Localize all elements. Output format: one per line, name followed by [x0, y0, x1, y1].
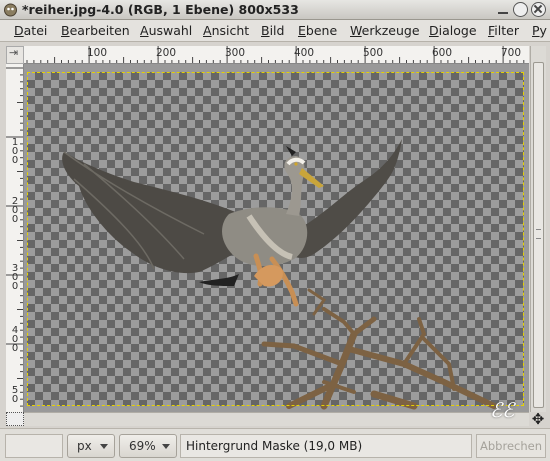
- horizontal-ruler[interactable]: 100 200 300 400 500 600 700: [24, 46, 529, 64]
- vruler-label: 5 0: [11, 385, 19, 405]
- hruler-label: 500: [363, 47, 384, 59]
- vruler-label: 2 0 0: [11, 196, 19, 225]
- close-button[interactable]: [531, 2, 546, 17]
- quick-mask-toggle[interactable]: [6, 412, 24, 426]
- menu-bearbeiten[interactable]: Bearbeiten: [61, 23, 130, 38]
- pointer-coordinates: [5, 434, 63, 458]
- menu-bild[interactable]: Bild: [261, 23, 284, 38]
- vruler-label: 1 0 0: [11, 137, 19, 166]
- horizontal-scrollbar[interactable]: [24, 412, 529, 426]
- hruler-label: 400: [294, 47, 315, 59]
- chevron-down-icon: [162, 444, 170, 449]
- minimize-button[interactable]: [496, 2, 511, 17]
- vertical-scroll-thumb[interactable]: [533, 62, 544, 408]
- menu-bar: Datei Bearbeiten Auswahl Ansicht Bild Eb…: [0, 20, 550, 42]
- hruler-label: 100: [87, 47, 108, 59]
- menu-datei[interactable]: Datei: [14, 23, 47, 38]
- maximize-button[interactable]: [513, 2, 528, 17]
- gimp-app-icon[interactable]: [3, 2, 18, 17]
- zoom-select[interactable]: 69%: [119, 434, 177, 458]
- ruler-corner[interactable]: [6, 46, 24, 64]
- menu-werkzeuge[interactable]: Werkzeuge: [350, 23, 420, 38]
- heron-image: [62, 139, 497, 410]
- cancel-button[interactable]: Abbrechen: [476, 434, 546, 458]
- status-message: Hintergrund Maske (19,0 MB): [180, 434, 472, 458]
- hruler-label: 200: [156, 47, 177, 59]
- vertical-ruler[interactable]: 1 0 0 2 0 0 3 0 0 4 0 0 5 0: [6, 64, 24, 412]
- image-canvas[interactable]: [24, 64, 529, 412]
- chevron-down-icon: [100, 444, 108, 449]
- vruler-label: 4 0 0: [11, 325, 19, 354]
- title-bar: *reiher.jpg-4.0 (RGB, 1 Ebene) 800x533: [0, 0, 550, 20]
- watermark-logo: ℰℰ: [490, 398, 515, 422]
- menu-dialoge[interactable]: Dialoge: [429, 23, 477, 38]
- hruler-label: 600: [432, 47, 453, 59]
- window-title: *reiher.jpg-4.0 (RGB, 1 Ebene) 800x533: [22, 2, 299, 17]
- hruler-label: 700: [501, 47, 522, 59]
- menu-auswahl[interactable]: Auswahl: [140, 23, 192, 38]
- menu-filter[interactable]: Filter: [488, 23, 519, 38]
- navigate-move-icon[interactable]: ✥: [530, 412, 546, 428]
- heron-neck: [284, 156, 305, 216]
- unit-value: px: [77, 439, 92, 453]
- vruler-ticks: [6, 67, 23, 407]
- menu-python[interactable]: Py: [532, 23, 547, 38]
- hruler-label: 300: [225, 47, 246, 59]
- zoom-value: 69%: [129, 439, 156, 453]
- unit-select[interactable]: px: [67, 434, 115, 458]
- branch-image: [261, 288, 497, 410]
- vertical-scrollbar[interactable]: [530, 46, 546, 412]
- status-bar: px 69% Hintergrund Maske (19,0 MB) Abbre…: [0, 428, 550, 461]
- menu-ebene[interactable]: Ebene: [298, 23, 337, 38]
- vruler-label: 3 0 0: [11, 263, 19, 292]
- menu-ansicht[interactable]: Ansicht: [203, 23, 249, 38]
